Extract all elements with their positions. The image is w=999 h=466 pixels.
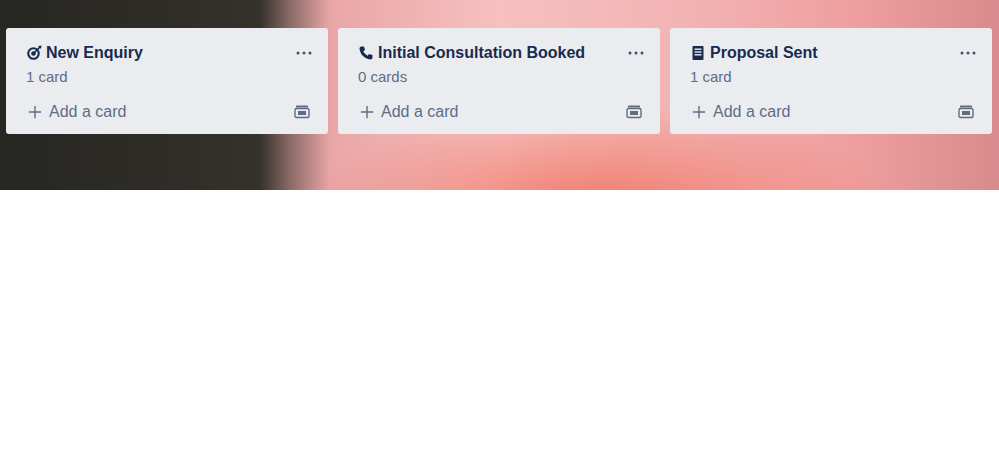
list-header: Proposal Sent xyxy=(690,42,980,64)
more-icon[interactable] xyxy=(296,51,312,55)
board-lists: New Enquiry 1 card Add a card Initial Co… xyxy=(0,0,999,134)
list-title-row[interactable]: New Enquiry xyxy=(26,44,143,62)
more-icon[interactable] xyxy=(960,51,976,55)
list-title[interactable]: New Enquiry xyxy=(46,44,143,62)
list-title[interactable]: Proposal Sent xyxy=(710,44,818,62)
list-footer: Add a card xyxy=(358,98,648,126)
list[interactable]: New Enquiry 1 card Add a card xyxy=(6,28,328,134)
list-title-row[interactable]: Proposal Sent xyxy=(690,44,818,62)
template-icon[interactable] xyxy=(294,104,310,120)
template-icon[interactable] xyxy=(958,104,974,120)
template-icon[interactable] xyxy=(626,104,642,120)
plus-icon xyxy=(28,105,42,119)
add-card-label[interactable]: Add a card xyxy=(713,103,790,121)
phone-icon xyxy=(358,45,374,61)
list-header: New Enquiry xyxy=(26,42,316,64)
board-background: New Enquiry 1 card Add a card Initial Co… xyxy=(0,0,999,190)
list-title-row[interactable]: Initial Consultation Booked xyxy=(358,44,585,62)
document-icon xyxy=(690,45,706,61)
board-page: New Enquiry 1 card Add a card Initial Co… xyxy=(0,0,999,466)
list-title[interactable]: Initial Consultation Booked xyxy=(378,44,585,62)
more-icon[interactable] xyxy=(628,51,644,55)
list-footer: Add a card xyxy=(690,98,980,126)
list-footer: Add a card xyxy=(26,98,316,126)
list[interactable]: Proposal Sent 1 card Add a card xyxy=(670,28,992,134)
add-card-button[interactable]: Add a card xyxy=(360,103,458,121)
list[interactable]: Initial Consultation Booked 0 cards Add … xyxy=(338,28,660,134)
add-card-button[interactable]: Add a card xyxy=(692,103,790,121)
target-icon xyxy=(26,45,42,61)
card-count: 0 cards xyxy=(358,67,648,87)
add-card-button[interactable]: Add a card xyxy=(28,103,126,121)
add-card-label[interactable]: Add a card xyxy=(49,103,126,121)
list-header: Initial Consultation Booked xyxy=(358,42,648,64)
card-count: 1 card xyxy=(690,67,980,87)
plus-icon xyxy=(360,105,374,119)
plus-icon xyxy=(692,105,706,119)
add-card-label[interactable]: Add a card xyxy=(381,103,458,121)
card-count: 1 card xyxy=(26,67,316,87)
